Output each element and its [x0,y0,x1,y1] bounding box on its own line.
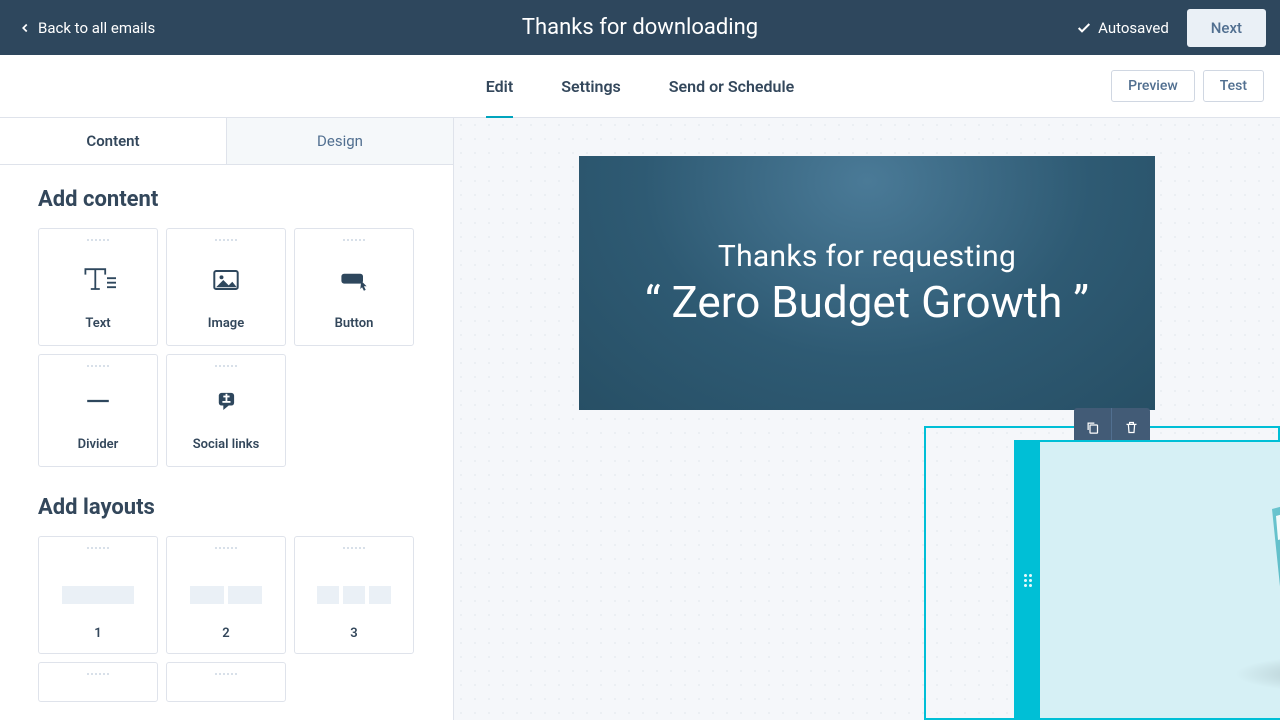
layout-label: 2 [222,626,229,641]
email-preview: Thanks for requesting “ Zero Budget Grow… [579,156,1155,410]
preview-button[interactable]: Preview [1111,70,1195,102]
chevron-left-icon [18,21,32,35]
image-icon [208,262,244,298]
autosave-status: Autosaved [1076,19,1169,37]
check-icon [1076,20,1092,36]
drag-handle-icon [87,673,109,675]
editor-tabs: Edit Settings Send or Schedule Preview T… [0,55,1280,118]
left-panel: Content Design Add content Text Image [0,118,454,720]
email-canvas[interactable]: Thanks for requesting “ Zero Budget Grow… [454,118,1280,720]
tile-text[interactable]: Text [38,228,158,346]
add-layouts-heading: Add layouts [38,495,415,520]
layout-tile-partial[interactable] [166,662,286,702]
drag-handle-icon [215,365,237,367]
drag-handle-icon [215,673,237,675]
back-to-emails-link[interactable]: Back to all emails [18,19,155,37]
image-content: a guidebook for ZERO BUDGET GROWTH tools… [1040,442,1280,718]
trash-icon [1124,420,1139,435]
selection-outline-outer: a guidebook for ZERO BUDGET GROWTH tools… [924,426,1280,720]
hero-line-1: Thanks for requesting [718,239,1016,274]
drag-handle-icon [343,239,365,241]
hero-block[interactable]: Thanks for requesting “ Zero Budget Grow… [579,156,1155,410]
tab-send-schedule[interactable]: Send or Schedule [669,57,794,116]
layout-tile-1col[interactable]: 1 [38,536,158,654]
tile-label: Social links [193,437,260,452]
tile-label: Divider [78,437,119,452]
divider-icon [80,383,116,419]
top-bar: Back to all emails Thanks for downloadin… [0,0,1280,55]
copy-icon [1085,420,1100,435]
hero-line-2: “ Zero Budget Growth ” [645,276,1089,328]
image-block-selected[interactable]: a guidebook for ZERO BUDGET GROWTH tools… [1014,440,1280,720]
layout-tile-partial[interactable] [38,662,158,702]
panel-tab-content[interactable]: Content [0,118,226,164]
layout-label: 3 [350,626,357,641]
book-cover-graphic: a guidebook for ZERO BUDGET GROWTH tools… [1220,454,1280,699]
drag-handle-icon [87,547,109,549]
layout-tile-2col[interactable]: 2 [166,536,286,654]
panel-tabs: Content Design [0,118,453,165]
tile-label: Image [208,316,244,331]
tile-button[interactable]: Button [294,228,414,346]
add-content-heading: Add content [38,187,415,212]
tile-social-links[interactable]: Social links [166,354,286,467]
content-tiles: Text Image Button Divid [38,228,415,467]
layout-tile-3col[interactable]: 3 [294,536,414,654]
tile-label: Button [335,316,374,331]
test-button[interactable]: Test [1203,70,1264,102]
tab-settings[interactable]: Settings [561,57,621,116]
social-icon [208,383,244,419]
layout-tiles: 1 2 3 [38,536,415,702]
drag-handle-icon [343,547,365,549]
tile-divider[interactable]: Divider [38,354,158,467]
panel-tab-design[interactable]: Design [226,118,453,164]
drag-handle-icon [215,547,237,549]
drag-handle-icon [87,239,109,241]
block-drag-handle[interactable] [1016,442,1040,718]
drag-handle-icon [87,365,109,367]
top-right-group: Autosaved Next [1076,9,1266,47]
back-label: Back to all emails [38,19,155,37]
tile-image[interactable]: Image [166,228,286,346]
drag-handle-icon [215,239,237,241]
document-title[interactable]: Thanks for downloading [522,15,758,40]
autosave-label: Autosaved [1098,19,1169,37]
text-icon [80,262,116,298]
next-button[interactable]: Next [1187,9,1266,47]
button-icon [336,262,372,298]
layout-label: 1 [94,626,101,641]
tile-label: Text [85,316,110,331]
tab-edit[interactable]: Edit [486,57,513,119]
